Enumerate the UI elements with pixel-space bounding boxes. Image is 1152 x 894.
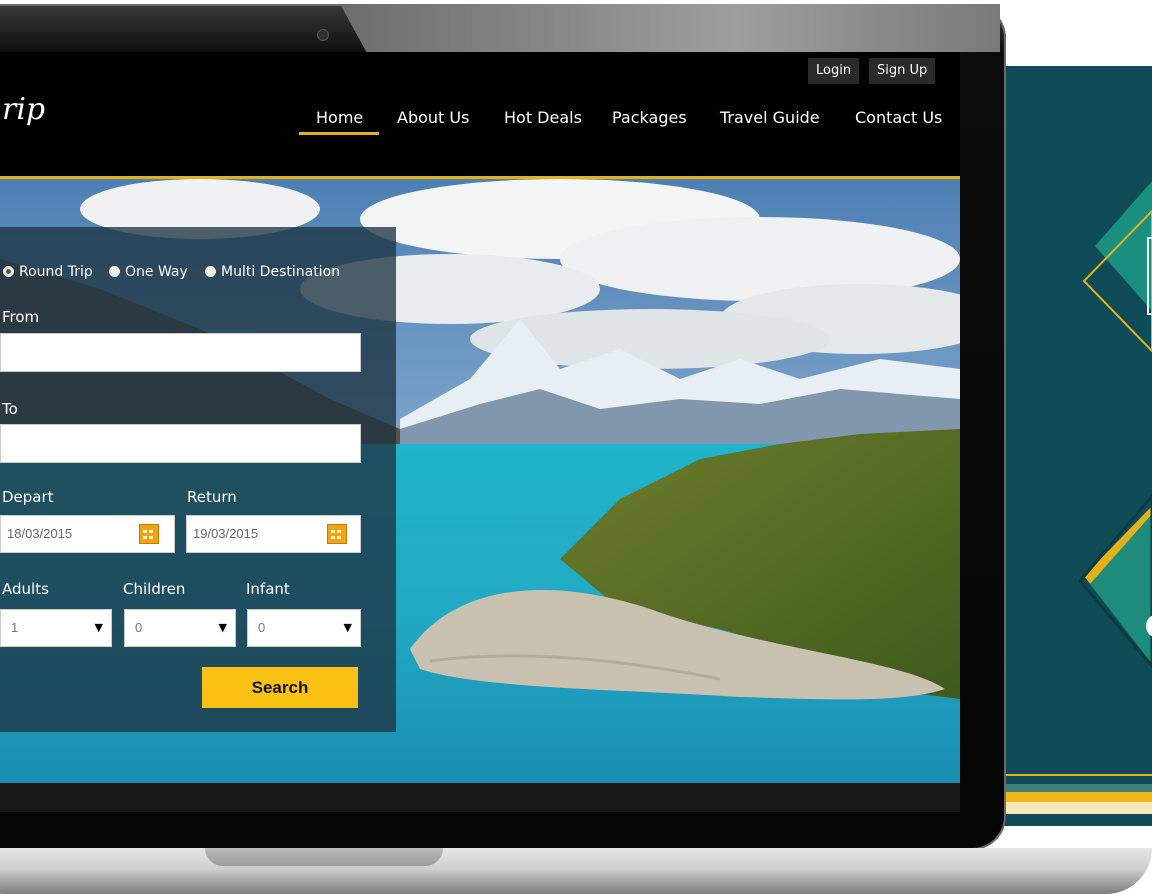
- laptop-notch: [205, 848, 443, 866]
- chevron-down-icon: ▼: [343, 621, 352, 634]
- camera-icon: [318, 30, 328, 40]
- nav-hot-deals[interactable]: Hot Deals: [504, 108, 582, 127]
- infant-select[interactable]: 0 ▼: [247, 609, 361, 647]
- site-footer-strip: [0, 783, 960, 812]
- return-date-input[interactable]: 19/03/2015: [186, 515, 361, 553]
- site-header: rip Login Sign Up Home About Us Hot Deal…: [0, 52, 960, 176]
- website-screen: rip Login Sign Up Home About Us Hot Deal…: [0, 52, 960, 812]
- children-select[interactable]: 0 ▼: [124, 609, 236, 647]
- depart-date-input[interactable]: 18/03/2015: [0, 515, 175, 553]
- chevron-down-icon: ▼: [94, 621, 103, 634]
- calendar-icon[interactable]: [327, 524, 347, 544]
- nav-about-us[interactable]: About Us: [397, 108, 469, 127]
- from-input[interactable]: [0, 333, 361, 372]
- radio-round-trip[interactable]: Round Trip: [3, 264, 93, 280]
- radio-icon: [109, 266, 120, 277]
- adults-label: Adults: [2, 580, 49, 598]
- from-label: From: [2, 308, 40, 326]
- radio-selected-icon: [3, 266, 14, 277]
- chevron-down-icon: ▼: [218, 621, 227, 634]
- laptop-base: [0, 848, 1152, 894]
- site-logo[interactable]: rip: [2, 92, 45, 127]
- children-label: Children: [123, 580, 186, 598]
- radio-icon: [205, 266, 216, 277]
- to-input[interactable]: [0, 424, 361, 463]
- side-panel-graphic: [1000, 181, 1152, 814]
- flight-search-panel: [0, 227, 396, 732]
- nav-contact-us[interactable]: Contact Us: [855, 108, 942, 127]
- signup-link[interactable]: Sign Up: [869, 58, 936, 84]
- calendar-icon[interactable]: [139, 524, 159, 544]
- nav-packages[interactable]: Packages: [612, 108, 687, 127]
- laptop-lid-highlight: [340, 4, 1000, 52]
- login-link[interactable]: Login: [808, 58, 860, 84]
- decorative-side-panel: [1000, 66, 1152, 826]
- to-label: To: [2, 400, 18, 418]
- nav-travel-guide[interactable]: Travel Guide: [720, 108, 820, 127]
- radio-one-way[interactable]: One Way: [109, 264, 188, 280]
- depart-label: Depart: [2, 488, 54, 506]
- nav-home[interactable]: Home: [316, 108, 363, 127]
- adults-select[interactable]: 1 ▼: [0, 609, 112, 647]
- radio-multi-destination[interactable]: Multi Destination: [205, 264, 340, 280]
- nav-active-indicator: [299, 132, 379, 135]
- search-button[interactable]: Search: [202, 667, 358, 708]
- infant-label: Infant: [246, 580, 290, 598]
- return-label: Return: [187, 488, 237, 506]
